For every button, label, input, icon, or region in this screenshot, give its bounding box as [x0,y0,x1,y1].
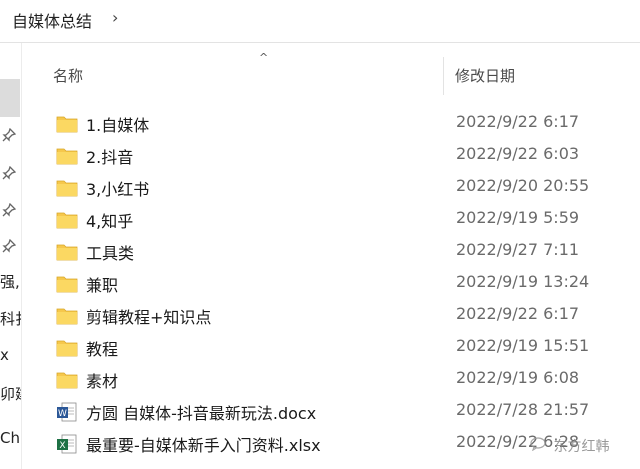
file-name: 素材 [86,372,119,391]
column-header-row: ^ 名称 修改日期 [22,43,640,105]
nav-item-label[interactable]: 卯建 [0,383,21,404]
sort-ascending-icon: ^ [259,51,269,64]
svg-text:X: X [59,441,65,451]
folder-icon [56,276,78,293]
file-name: 剪辑教程+知识点 [86,308,212,327]
file-name: 教程 [86,340,119,359]
watermark: 东方红韩 [530,436,609,456]
file-row[interactable]: W 方圆 自媒体-抖音最新玩法.docx 2022/7/28 21:57 [50,395,640,427]
folder-icon [56,340,78,357]
folder-icon [56,244,78,261]
file-row[interactable]: 剪辑教程+知识点 2022/9/22 6:17 [50,299,640,331]
file-name: 4,知乎 [86,212,134,231]
file-row[interactable]: 2.抖音 2022/9/22 6:03 [50,139,640,171]
breadcrumb-chevron-icon[interactable]: › [112,8,118,27]
nav-item-label[interactable]: 强, [0,271,20,292]
excel-spreadsheet-icon: X [57,434,77,454]
file-date: 2022/9/19 13:24 [456,272,590,291]
watermark-text: 东方红韩 [553,439,610,455]
folder-icon [56,308,78,325]
file-row[interactable]: 4,知乎 2022/9/19 5:59 [50,203,640,235]
column-resize-handle[interactable] [443,57,444,95]
file-date: 2022/9/19 6:08 [456,368,580,387]
nav-item-label[interactable]: x [0,346,9,364]
file-row[interactable]: 兼职 2022/9/19 13:24 [50,267,640,299]
breadcrumb-folder[interactable]: 自媒体总结 [12,8,92,32]
folder-icon [56,148,78,165]
pane-divider[interactable] [21,43,22,469]
file-name: 兼职 [86,276,119,295]
file-name: 工具类 [86,244,135,263]
pin-icon[interactable] [2,166,16,180]
navigation-pane: 强, 科扌 x 卯建 Chi [0,43,21,469]
file-row[interactable]: 素材 2022/9/19 6:08 [50,363,640,395]
file-row[interactable]: 3,小红书 2022/9/20 20:55 [50,171,640,203]
file-date: 2022/9/22 6:03 [456,144,580,163]
file-row[interactable]: 1.自媒体 2022/9/22 6:17 [50,107,640,139]
file-row[interactable]: 工具类 2022/9/27 7:11 [50,235,640,267]
file-date: 2022/7/28 21:57 [456,400,590,419]
nav-item-label[interactable]: Chi [0,429,21,447]
pin-icon[interactable] [2,203,16,217]
folder-icon [56,212,78,229]
file-name: 2.抖音 [86,148,134,167]
breadcrumb: 自媒体总结 › [0,0,640,43]
word-document-icon: W [57,402,77,422]
column-header-date-modified[interactable]: 修改日期 [455,65,515,86]
nav-item-label[interactable]: 科扌 [0,308,21,329]
pin-icon[interactable] [2,128,16,142]
column-header-name[interactable]: 名称 [53,65,83,86]
file-date: 2022/9/19 15:51 [456,336,590,355]
folder-icon [56,180,78,197]
folder-icon [56,372,78,389]
file-name: 最重要-自媒体新手入门资料.xlsx [86,436,321,455]
nav-selected-item[interactable] [0,79,20,117]
svg-text:W: W [58,409,67,419]
folder-icon [56,116,78,133]
file-row[interactable]: 教程 2022/9/19 15:51 [50,331,640,363]
pin-icon[interactable] [2,239,16,253]
file-name: 1.自媒体 [86,116,150,135]
file-date: 2022/9/20 20:55 [456,176,590,195]
file-date: 2022/9/19 5:59 [456,208,580,227]
file-date: 2022/9/27 7:11 [456,240,580,259]
chat-bubble-icon [530,437,546,451]
file-date: 2022/9/22 6:17 [456,112,580,131]
file-name: 3,小红书 [86,180,150,199]
file-date: 2022/9/22 6:17 [456,304,580,323]
file-name: 方圆 自媒体-抖音最新玩法.docx [86,404,317,423]
